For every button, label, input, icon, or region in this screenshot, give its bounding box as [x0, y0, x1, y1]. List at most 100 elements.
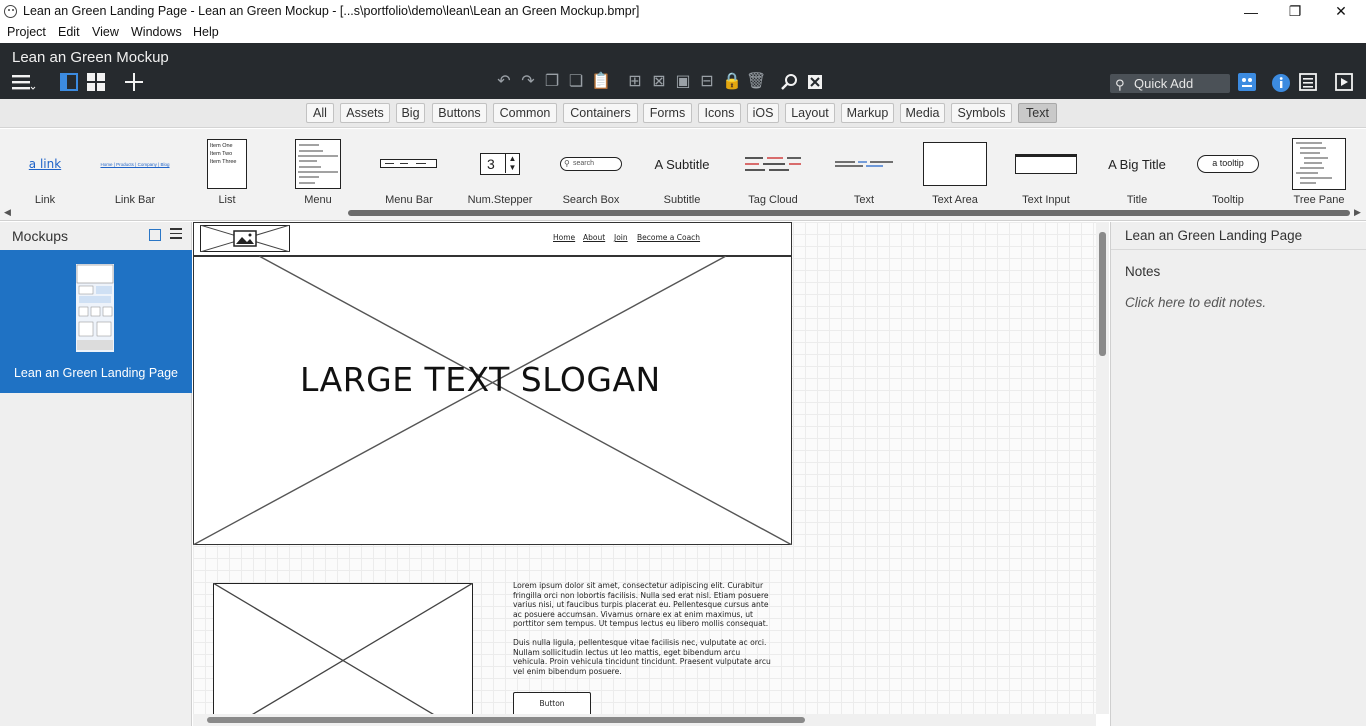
clear-search-icon[interactable] [806, 73, 824, 91]
ungroup-icon[interactable]: ⊠ [650, 73, 668, 91]
scroll-right-icon[interactable]: ▶ [1354, 207, 1361, 218]
filter-forms[interactable]: Forms [643, 103, 692, 123]
group-icon[interactable]: ⊞ [626, 73, 644, 91]
lock-icon[interactable]: 🔒 [722, 73, 742, 91]
hero-slogan[interactable]: LARGE TEXT SLOGAN [300, 360, 661, 399]
menu-edit[interactable]: Edit [58, 25, 80, 39]
link-preview: a link [28, 157, 62, 171]
symbols-icon[interactable] [1238, 73, 1256, 91]
notes-label: Notes [1125, 264, 1161, 279]
presentation-icon[interactable] [1335, 73, 1353, 91]
app-icon [4, 5, 17, 18]
copy-icon[interactable]: ❐ [543, 73, 561, 91]
mockup-button-label: Button [539, 699, 565, 708]
search-icon: ⚲ [1115, 77, 1125, 92]
filter-big[interactable]: Big [396, 103, 425, 123]
filter-containers[interactable]: Containers [563, 103, 638, 123]
mockup-title[interactable]: Lean an Green Landing Page [1111, 222, 1366, 250]
undo-icon[interactable]: ↶ [495, 73, 513, 91]
component-link-bar[interactable]: Home | Products | Company | Blog Link Ba… [90, 132, 180, 208]
filter-symbols[interactable]: Symbols [951, 103, 1012, 123]
filter-ios[interactable]: iOS [747, 103, 779, 123]
text-preview [819, 136, 909, 192]
canvas-horizontal-scrollbar[interactable] [193, 714, 1096, 726]
canvas-vertical-scrollbar[interactable] [1096, 222, 1109, 714]
component-tag-cloud[interactable]: Tag Cloud [728, 132, 818, 208]
filter-media[interactable]: Media [900, 103, 945, 123]
component-label: Link Bar [114, 194, 156, 206]
scroll-left-icon[interactable]: ◀ [4, 207, 11, 218]
mockup-thumbnail [76, 264, 114, 352]
mockup-name: Lean an Green Landing Page [13, 366, 179, 380]
logo-placeholder[interactable] [199, 224, 291, 253]
component-label: Title [1126, 194, 1148, 206]
paste-icon[interactable]: 📋 [591, 73, 611, 91]
menu-help[interactable]: Help [193, 25, 219, 39]
nav-link-join[interactable]: Join [614, 233, 628, 242]
filter-markup[interactable]: Markup [841, 103, 894, 123]
arrange-icon[interactable]: ▣ [674, 73, 692, 91]
list-view-icon[interactable] [170, 228, 182, 240]
grid-view-icon[interactable] [87, 73, 105, 91]
minimize-button[interactable]: — [1228, 0, 1274, 23]
menu-project[interactable]: Project [7, 25, 46, 39]
trash-icon[interactable]: 🗑 [746, 73, 766, 91]
component-text[interactable]: Text [819, 132, 909, 208]
component-text-input[interactable]: Text Input [1001, 132, 1091, 208]
notes-editor[interactable]: Click here to edit notes. [1125, 295, 1266, 310]
component-search-box[interactable]: ⚲ search Search Box [546, 132, 636, 208]
search-box-preview: ⚲ search [546, 136, 636, 192]
duplicate-icon[interactable]: ❏ [567, 73, 585, 91]
nav-link-home[interactable]: Home [553, 233, 575, 242]
component-label: List [218, 194, 236, 206]
component-text-area[interactable]: Text Area [910, 132, 1000, 208]
menu-bar-preview [364, 136, 454, 192]
hamburger-menu-icon[interactable] [12, 73, 36, 91]
filter-all[interactable]: All [306, 103, 334, 123]
maximize-button[interactable]: ❐ [1272, 0, 1318, 23]
search-icon[interactable] [781, 73, 799, 91]
title-preview: A Big Title [1108, 156, 1166, 172]
align-icon[interactable]: ⊟ [698, 73, 716, 91]
component-link[interactable]: a link Link [0, 132, 90, 208]
hero-image-placeholder[interactable] [193, 255, 793, 546]
feature-image-placeholder[interactable] [212, 582, 474, 714]
filter-common[interactable]: Common [493, 103, 557, 123]
link-bar-preview: Home | Products | Company | Blog [100, 161, 170, 167]
add-mockup-icon[interactable] [125, 73, 143, 91]
nav-link-become-coach[interactable]: Become a Coach [637, 233, 700, 242]
library-scrollbar[interactable] [348, 210, 1350, 216]
notes-icon[interactable] [1299, 73, 1317, 91]
filter-icons[interactable]: Icons [698, 103, 741, 123]
component-label: Link [34, 194, 56, 206]
thumbnail-view-icon[interactable] [149, 229, 161, 241]
mockup-button[interactable]: Button [513, 692, 591, 714]
filter-text[interactable]: Text [1018, 103, 1057, 123]
close-button[interactable]: ✕ [1318, 0, 1364, 23]
filter-assets[interactable]: Assets [340, 103, 390, 123]
component-subtitle[interactable]: A Subtitle Subtitle [637, 132, 727, 208]
window-titlebar: Lean an Green Landing Page - Lean an Gre… [0, 0, 1366, 23]
component-menu[interactable]: Menu [273, 132, 363, 208]
component-label: Tag Cloud [748, 194, 798, 206]
mockup-canvas[interactable]: Home About Join Become a Coach LARGE TEX… [193, 222, 1096, 714]
component-num-stepper[interactable]: 3 ▲ ▼ Num.Stepper [455, 132, 545, 208]
info-icon[interactable] [1271, 73, 1290, 92]
component-tree-pane[interactable]: Tree Pane [1274, 132, 1364, 208]
panel-toggle-icon[interactable] [60, 73, 78, 91]
mockup-list-item[interactable]: Lean an Green Landing Page [0, 250, 192, 393]
component-tooltip[interactable]: a tooltip Tooltip [1183, 132, 1273, 208]
redo-icon[interactable]: ↷ [519, 73, 537, 91]
menu-windows[interactable]: Windows [131, 25, 182, 39]
quick-add-input[interactable]: ⚲ Quick Add [1110, 74, 1230, 93]
component-title[interactable]: A Big Title Title [1092, 132, 1182, 208]
filter-layout[interactable]: Layout [785, 103, 835, 123]
component-list[interactable]: Item One Item Two Item Three List [182, 132, 272, 208]
filter-buttons[interactable]: Buttons [432, 103, 487, 123]
nav-link-about[interactable]: About [583, 233, 605, 242]
project-title: Lean an Green Mockup [12, 49, 169, 66]
body-paragraph-2[interactable]: Duis nulla ligula, pellentesque vitae fa… [513, 638, 773, 676]
body-paragraph-1[interactable]: Lorem ipsum dolor sit amet, consectetur … [513, 581, 773, 629]
component-menu-bar[interactable]: Menu Bar [364, 132, 454, 208]
menu-view[interactable]: View [92, 25, 119, 39]
